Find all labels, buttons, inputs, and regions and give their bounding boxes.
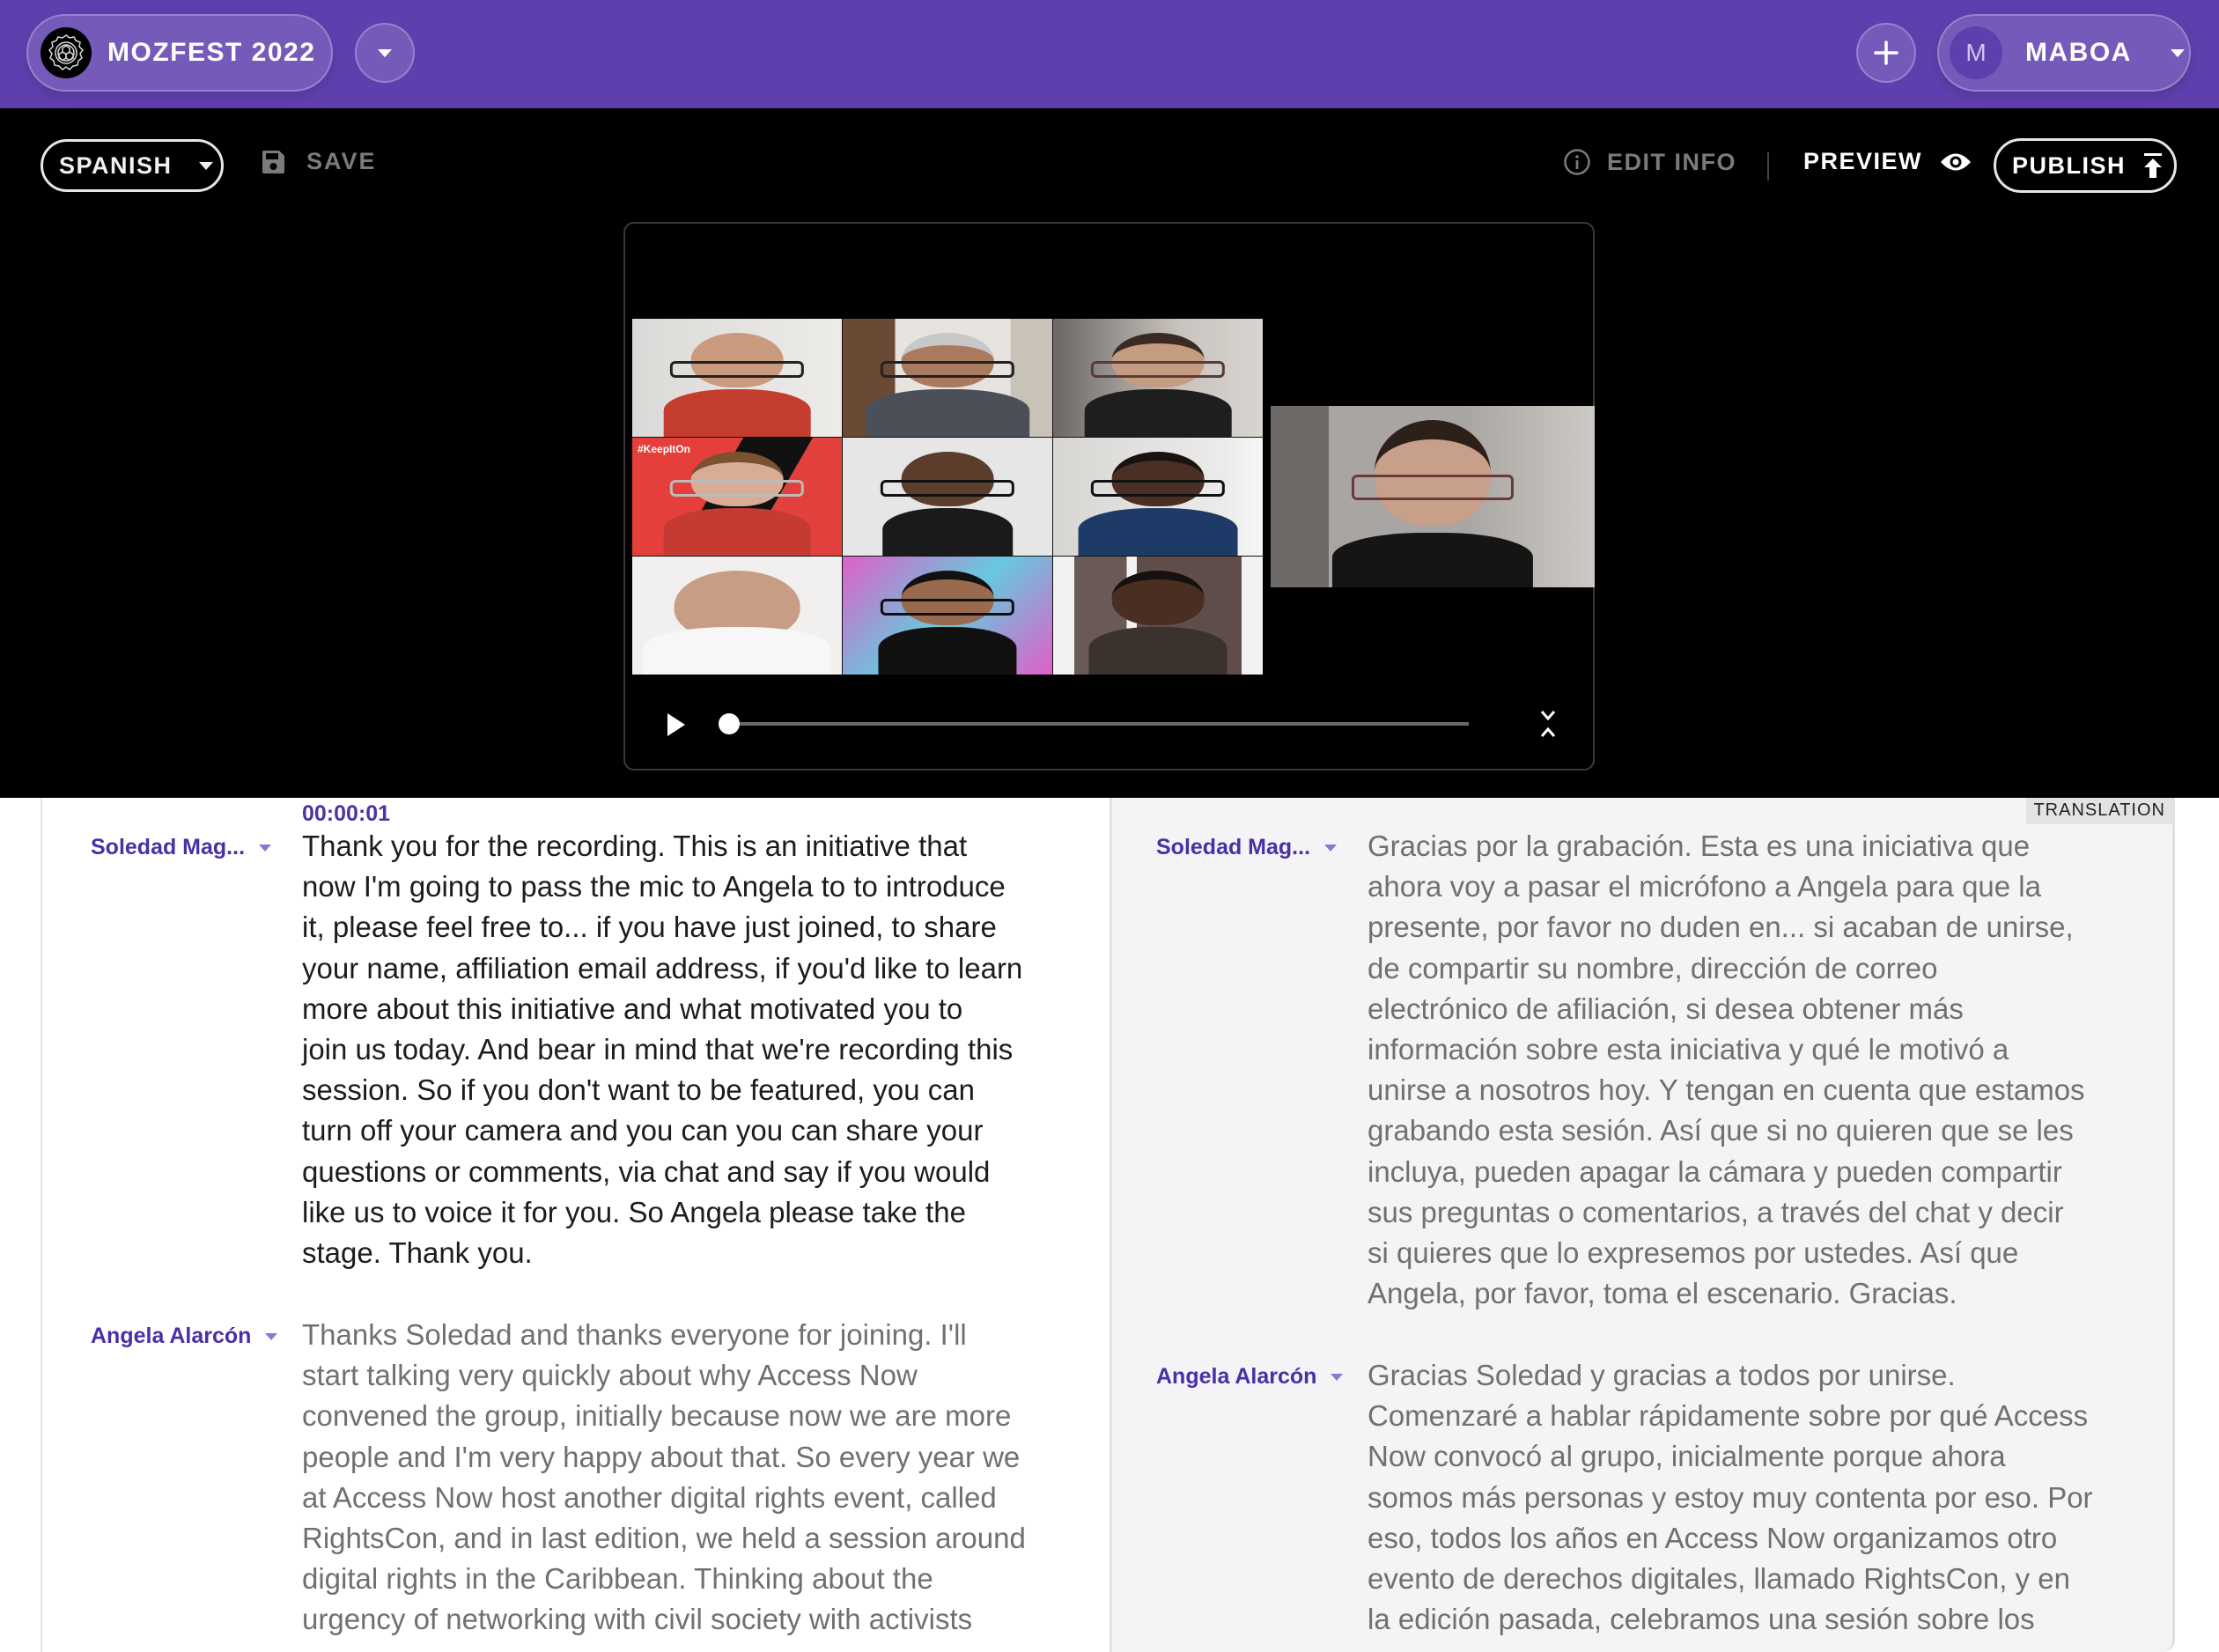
floppy-disk-icon <box>262 150 284 173</box>
tile-overlay-text: #KeepItOn <box>638 443 691 455</box>
caret-down-icon <box>259 844 272 852</box>
original-transcript-pane: 00:00:01 Soledad Mag... Thank you for th… <box>41 798 1110 1652</box>
collapse-icon[interactable] <box>1537 708 1559 740</box>
edit-info-label: EDIT INFO <box>1607 148 1736 175</box>
user-name: MABOA <box>2025 38 2132 67</box>
plus-icon <box>1874 41 1898 65</box>
participant-tile <box>843 557 1052 675</box>
caret-down-icon <box>2170 48 2185 57</box>
translation-paragraph[interactable]: Gracias Soledad y gracias a todos por un… <box>1368 1355 2160 1640</box>
language-label: SPANISH <box>59 151 173 179</box>
eye-icon <box>1941 153 1972 170</box>
speaker-select[interactable]: Soledad Mag... <box>91 835 272 860</box>
speaker-select[interactable]: Angela Alarcón <box>91 1324 278 1349</box>
video-player[interactable]: #KeepItOn <box>623 222 1595 771</box>
speaker-name: Angela Alarcón <box>1156 1364 1317 1389</box>
publish-label: PUBLISH <box>2012 151 2127 179</box>
caret-down-icon <box>378 48 392 57</box>
caret-down-icon <box>198 161 213 170</box>
participant-tile <box>632 319 842 437</box>
seek-bar[interactable] <box>729 722 1469 726</box>
mozfest-logo-icon <box>41 27 92 78</box>
timestamp[interactable]: 00:00:01 <box>302 801 390 827</box>
speaker-name: Angela Alarcón <box>91 1324 252 1348</box>
participant-tile <box>1053 319 1263 437</box>
info-circle-icon <box>1564 149 1590 175</box>
participant-tile: #KeepItOn <box>632 438 842 556</box>
seek-handle[interactable] <box>719 713 740 734</box>
project-switcher-button[interactable]: MOZFEST 2022 <box>26 14 333 92</box>
participant-tile <box>1053 438 1263 556</box>
speaker-select[interactable]: Soledad Mag... <box>1156 835 1338 860</box>
language-select[interactable]: SPANISH <box>41 139 224 192</box>
caret-down-icon <box>1324 844 1338 852</box>
editor-stage: SPANISH SAVE EDIT INFO PREVIEW PUBLISH #… <box>0 108 2219 798</box>
add-button[interactable] <box>1856 23 1916 83</box>
project-name: MOZFEST 2022 <box>107 38 316 67</box>
participant-grid: #KeepItOn <box>632 319 1263 675</box>
caret-down-icon <box>265 1332 278 1340</box>
active-speaker-tile <box>1271 406 1595 587</box>
preview-label: PREVIEW <box>1803 148 1923 174</box>
project-menu-button[interactable] <box>355 23 415 83</box>
transcript-editor: 00:00:01 Soledad Mag... Thank you for th… <box>0 798 2219 1652</box>
edit-info-button[interactable]: EDIT INFO <box>1563 148 1736 176</box>
toolbar-divider <box>1767 152 1769 181</box>
transcript-paragraph[interactable]: Thanks Soledad and thanks everyone for j… <box>302 1315 1095 1641</box>
save-label: SAVE <box>306 148 377 174</box>
transcript-paragraph[interactable]: Thank you for the recording. This is an … <box>302 826 1095 1273</box>
play-icon[interactable] <box>667 713 685 736</box>
speaker-name: Soledad Mag... <box>91 835 246 859</box>
participant-tile <box>843 438 1052 556</box>
top-nav-bar: MOZFEST 2022 M MABOA <box>0 0 2219 108</box>
caret-down-icon <box>1331 1373 1344 1381</box>
save-button[interactable]: SAVE <box>261 148 377 175</box>
speaker-name: Soledad Mag... <box>1156 835 1311 859</box>
translation-paragraph[interactable]: Gracias por la grabación. Esta es una in… <box>1368 826 2160 1314</box>
speaker-select[interactable]: Angela Alarcón <box>1156 1364 1344 1390</box>
translation-tag: TRANSLATION <box>2026 798 2172 824</box>
player-controls <box>625 699 1593 752</box>
translation-pane: TRANSLATION Soledad Mag... Gracias por l… <box>1110 798 2175 1652</box>
avatar: M <box>1950 26 2002 79</box>
participant-tile <box>843 319 1052 437</box>
upload-icon <box>2144 153 2163 178</box>
preview-button[interactable]: PREVIEW <box>1803 148 1972 175</box>
participant-tile <box>1053 557 1263 675</box>
participant-tile <box>632 557 842 675</box>
user-menu-button[interactable]: M MABOA <box>1937 14 2191 92</box>
publish-button[interactable]: PUBLISH <box>1994 138 2177 193</box>
